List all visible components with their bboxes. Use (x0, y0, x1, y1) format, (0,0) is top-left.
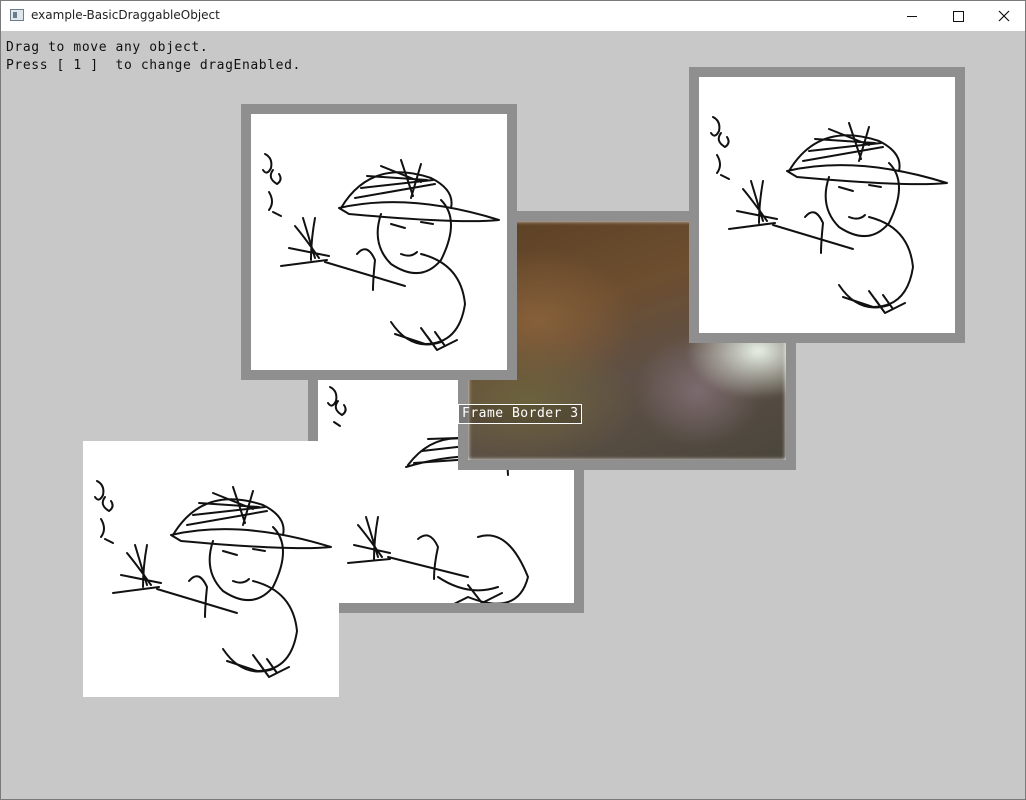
close-button[interactable] (981, 1, 1025, 31)
sketch-image (699, 77, 955, 333)
maximize-button[interactable] (935, 1, 981, 31)
minimize-icon (907, 15, 917, 17)
window-title: example-BasicDraggableObject (31, 8, 220, 22)
instructions: Drag to move any object. Press [ 1 ] to … (6, 39, 301, 75)
title-bar[interactable]: example-BasicDraggableObject (1, 1, 1025, 31)
frame-sketch-bordered-top[interactable] (241, 104, 517, 380)
maximize-icon (952, 10, 964, 22)
frame-sketch-plain[interactable] (83, 441, 339, 697)
close-icon (998, 10, 1010, 22)
app-window: example-BasicDraggableObject Drag to mov… (0, 0, 1026, 800)
sketch-drawing (710, 116, 948, 314)
sketch-image (83, 441, 339, 697)
sketch-drawing (262, 153, 500, 351)
draggable-canvas[interactable]: Drag to move any object. Press [ 1 ] to … (1, 31, 1025, 799)
minimize-button[interactable] (889, 1, 935, 31)
instruction-line-2: Press [ 1 ] to change dragEnabled. (6, 58, 301, 73)
sketch-image (251, 114, 507, 370)
instruction-line-1: Drag to move any object. (6, 40, 209, 55)
frame-sketch-bordered-right[interactable] (689, 67, 965, 343)
frame-label: Frame Border 3 (458, 404, 582, 424)
sketch-drawing (94, 480, 332, 678)
app-window-icon (10, 9, 24, 21)
